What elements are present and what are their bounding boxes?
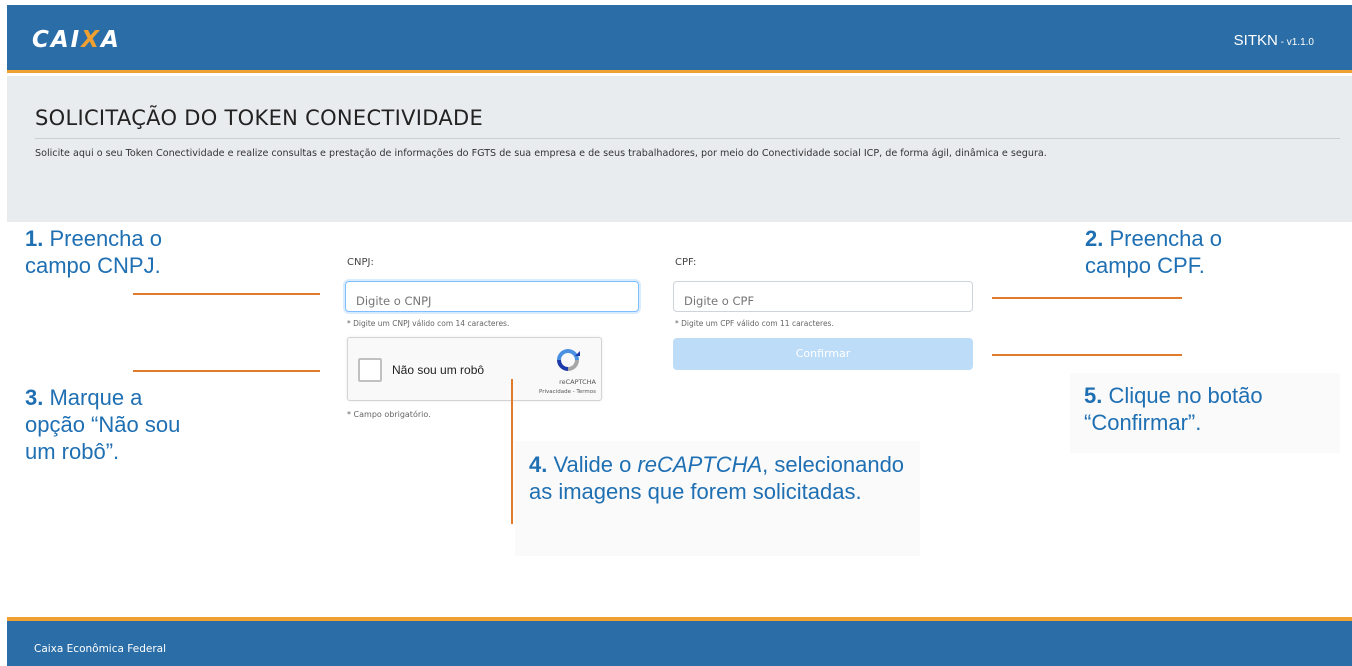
required-note: * Campo obrigatório.: [347, 410, 431, 419]
callout-4-number: 4.: [529, 452, 548, 477]
recaptcha-widget: Não sou um robô reCAPTCHA Privacidade - …: [347, 337, 602, 401]
recaptcha-brand: reCAPTCHA: [559, 378, 596, 386]
cpf-label: CPF:: [675, 257, 697, 268]
page: CAIXA SITKN - v1.1.0 SOLICITAÇÃO DO TOKE…: [0, 0, 1352, 666]
callout-1-number: 1.: [25, 226, 44, 251]
leader-line-cnpj: [133, 293, 320, 295]
caixa-logo[interactable]: CAIXA: [32, 27, 121, 53]
cnpj-label: CNPJ:: [347, 257, 374, 268]
cnpj-input[interactable]: [345, 281, 639, 312]
leader-line-recaptcha-vertical: [511, 379, 513, 524]
page-title: SOLICITAÇÃO DO TOKEN CONECTIVIDADE: [35, 106, 484, 130]
recaptcha-label: Não sou um robô: [392, 363, 485, 377]
app-name: SITKN - v1.1.0: [1234, 32, 1314, 49]
app-version: - v1.1.0: [1277, 37, 1314, 48]
callout-1-text: Preencha o campo CNPJ.: [25, 226, 162, 278]
callout-2: 2. Preencha o campo CPF.: [1085, 225, 1285, 279]
callout-3-text: Marque a opção “Não sou um robô”.: [25, 385, 181, 464]
recaptcha-checkbox[interactable]: [358, 358, 382, 382]
callout-4-text-pre: Valide o: [547, 452, 638, 477]
cpf-hint: * Digite um CPF válido com 11 caracteres…: [675, 319, 834, 328]
cpf-input[interactable]: [673, 281, 973, 312]
app-title: SITKN: [1233, 32, 1278, 49]
callout-3: 3. Marque a opção “Não sou um robô”.: [25, 384, 200, 465]
callout-5-text: Clique no botão “Confirmar”.: [1084, 383, 1263, 435]
callout-2-text: Preencha o campo CPF.: [1085, 226, 1222, 278]
top-bar: CAIXA SITKN - v1.1.0: [7, 5, 1352, 73]
callout-3-number: 3.: [25, 385, 44, 410]
confirm-button[interactable]: Confirmar: [673, 338, 973, 370]
title-divider: [35, 138, 1340, 139]
leader-line-recaptcha: [133, 370, 320, 372]
footer-text: Caixa Econômica Federal: [34, 643, 166, 655]
callout-5: 5. Clique no botão “Confirmar”.: [1070, 373, 1340, 453]
recaptcha-logo-icon: [557, 349, 580, 371]
cnpj-hint: * Digite um CNPJ válido com 14 caractere…: [347, 319, 510, 328]
callout-4: 4. Valide o reCAPTCHA, selecionando as i…: [515, 441, 920, 556]
callout-4-text-em: reCAPTCHA: [637, 452, 763, 477]
recaptcha-links[interactable]: Privacidade - Termos: [508, 389, 596, 395]
leader-line-cpf: [992, 297, 1182, 299]
callout-5-number: 5.: [1084, 383, 1103, 408]
footer: Caixa Econômica Federal: [7, 617, 1352, 666]
title-band: SOLICITAÇÃO DO TOKEN CONECTIVIDADE Solic…: [7, 76, 1352, 222]
callout-2-number: 2.: [1085, 226, 1104, 251]
callout-1: 1. Preencha o campo CNPJ.: [25, 225, 225, 279]
page-description: Solicite aqui o seu Token Conectividade …: [35, 148, 1047, 159]
leader-line-confirm: [992, 354, 1182, 356]
